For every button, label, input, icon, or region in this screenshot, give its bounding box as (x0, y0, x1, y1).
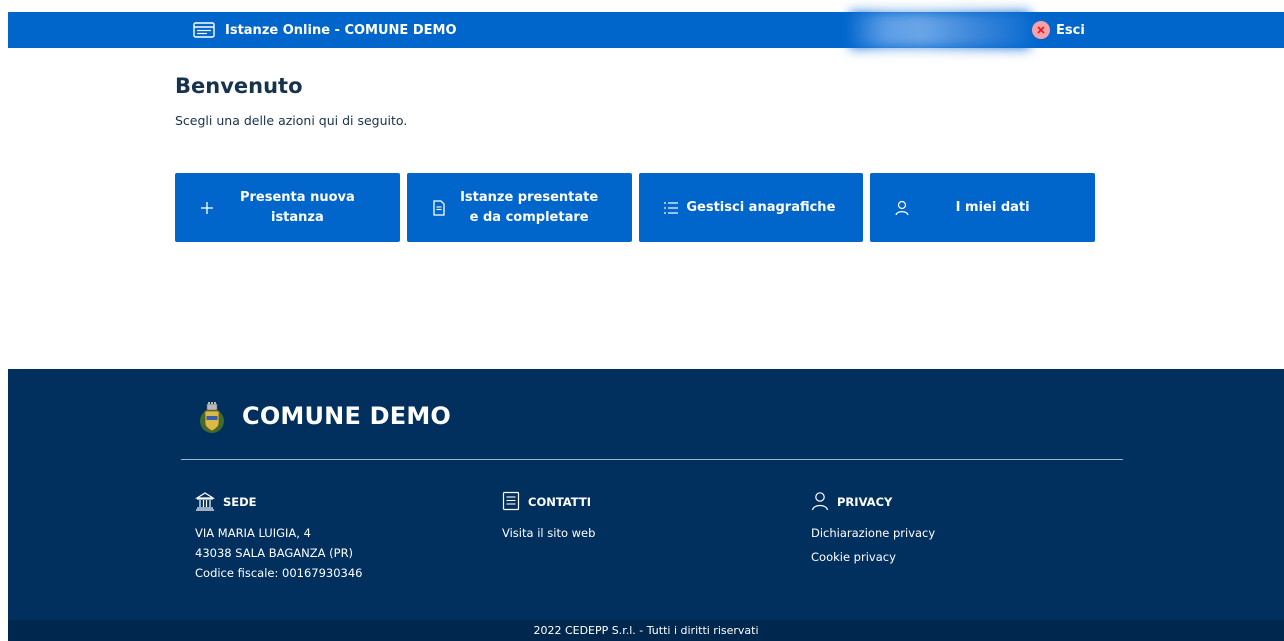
app-title: Istanze Online - COMUNE DEMO (225, 22, 457, 38)
sede-heading-label: SEDE (223, 495, 257, 509)
submitted-applications-label: Istanze presentate e da completare (449, 188, 610, 228)
contatti-details: Visita il sito web (502, 523, 595, 543)
manage-registry-label: Gestisci anagrafiche (686, 199, 836, 215)
contact-form-icon (502, 491, 520, 514)
privacy-details: Dichiarazione privacy Cookie privacy (811, 523, 935, 567)
submitted-applications-button[interactable]: Istanze presentate e da completare (406, 173, 632, 242)
org-name: COMUNE DEMO (242, 402, 452, 430)
address-line2: 43038 SALA BAGANZA (PR) (195, 546, 354, 560)
document-icon (429, 198, 449, 218)
user-icon (892, 198, 912, 218)
footer: COMUNE DEMO SEDE VIA MARIA LUIGIA, 4 430… (8, 369, 1284, 620)
website-link[interactable]: Visita il sito web (502, 523, 595, 543)
footer-sede: SEDE VIA MARIA LUIGIA, 4 43038 SALA BAGA… (194, 491, 363, 583)
footer-privacy: PRIVACY Dichiarazione privacy Cookie pri… (811, 491, 935, 567)
new-application-label: Presenta nuova istanza (239, 189, 355, 225)
plus-icon (197, 198, 217, 218)
page: Istanze Online - COMUNE DEMO Esci Benven… (8, 12, 1284, 641)
contatti-heading: CONTATTI (502, 491, 595, 513)
sede-heading: SEDE (194, 491, 363, 514)
close-circle-icon (1032, 21, 1050, 39)
logout-button[interactable]: Esci (1032, 12, 1110, 48)
address-line1: VIA MARIA LUIGIA, 4 (195, 526, 311, 540)
logout-label: Esci (1056, 22, 1085, 38)
building-icon (194, 491, 216, 514)
sede-details: VIA MARIA LUIGIA, 4 43038 SALA BAGANZA (… (195, 523, 363, 583)
app-window-icon (193, 22, 215, 38)
my-data-button[interactable]: I miei dati (870, 173, 1095, 242)
fiscal-code: Codice fiscale: 00167930346 (195, 566, 363, 580)
new-application-button[interactable]: Presenta nuova istanza (175, 173, 400, 242)
page-subtitle: Scegli una delle azioni qui di seguito. (175, 113, 408, 128)
list-icon (661, 198, 681, 218)
my-data-label: I miei dati (955, 199, 1030, 215)
footer-contatti: CONTATTI Visita il sito web (502, 491, 595, 543)
app-brand[interactable]: Istanze Online - COMUNE DEMO (193, 12, 457, 48)
cookie-privacy-link[interactable]: Cookie privacy (811, 547, 935, 567)
manage-registry-button[interactable]: Gestisci anagrafiche (638, 173, 864, 242)
submitted-applications-label-line1: Istanze presentate (460, 189, 599, 205)
privacy-statement-link[interactable]: Dichiarazione privacy (811, 523, 935, 543)
action-buttons: Presenta nuova istanza Istanze presentat… (175, 173, 1095, 242)
user-icon (811, 491, 829, 514)
user-name-redacted (850, 12, 1030, 48)
top-bar: Istanze Online - COMUNE DEMO Esci (8, 12, 1284, 48)
page-title: Benvenuto (175, 74, 303, 98)
submitted-applications-label-line2: e da completare (469, 209, 589, 225)
org-brand[interactable]: COMUNE DEMO (198, 397, 451, 435)
coat-of-arms-icon (198, 397, 226, 435)
contatti-heading-label: CONTATTI (528, 495, 592, 509)
privacy-heading-label: PRIVACY (837, 495, 893, 509)
footer-divider (181, 459, 1123, 460)
copyright-bar: 2022 CEDEPP S.r.l. - Tutti i diritti ris… (8, 620, 1284, 641)
privacy-heading: PRIVACY (811, 491, 935, 513)
